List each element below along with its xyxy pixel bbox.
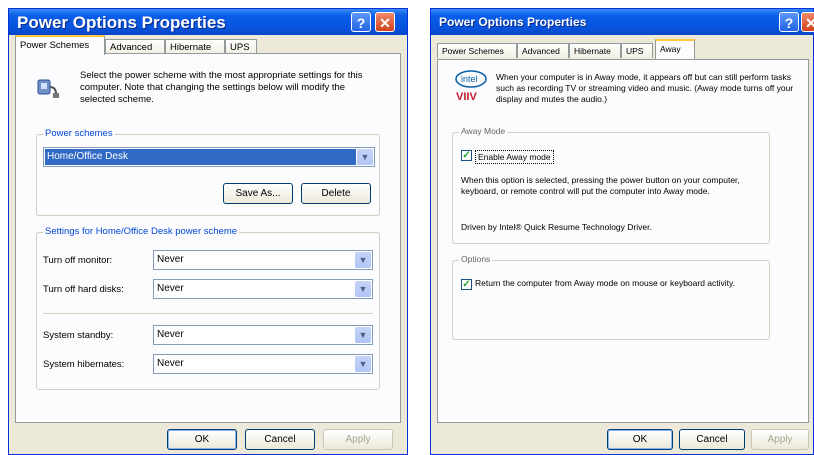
close-button[interactable]: ✕ — [375, 12, 395, 32]
options-group: Options ✓ Return the computer from Away … — [452, 254, 770, 340]
turn-off-monitor-dropdown[interactable]: Never ▼ — [153, 250, 373, 270]
tab-advanced[interactable]: Advanced — [105, 39, 165, 54]
system-standby-dropdown[interactable]: Never ▼ — [153, 325, 373, 345]
tab-ups[interactable]: UPS — [225, 39, 257, 54]
chevron-down-icon[interactable]: ▼ — [355, 327, 371, 343]
settings-divider — [43, 313, 373, 314]
system-hibernates-value: Never — [157, 358, 184, 369]
viiv-logo-text: VIIV — [456, 91, 477, 103]
ok-button[interactable]: OK — [167, 429, 237, 450]
options-group-label: Options — [459, 254, 493, 264]
enable-away-mode-checkbox[interactable]: ✓ — [461, 150, 472, 161]
power-schemes-group-label: Power schemes — [43, 128, 115, 139]
tab-label: Hibernate — [170, 42, 212, 53]
turn-off-monitor-label: Turn off monitor: — [43, 255, 113, 266]
tab-panel: intel VIIV When your computer is in Away… — [437, 59, 809, 423]
intro-text: Select the power scheme with the most ap… — [80, 70, 363, 105]
apply-button[interactable]: Apply — [323, 429, 393, 450]
tab-label: UPS — [230, 42, 250, 53]
apply-button[interactable]: Apply — [751, 429, 809, 450]
tab-label: UPS — [626, 46, 644, 56]
tab-label: Advanced — [110, 42, 153, 53]
ok-button[interactable]: OK — [607, 429, 673, 450]
intel-logo-text: intel — [461, 74, 478, 84]
tab-ups[interactable]: UPS — [621, 43, 653, 58]
tab-hibernate[interactable]: Hibernate — [165, 39, 225, 54]
tab-label: Power Schemes — [20, 40, 90, 51]
system-standby-value: Never — [157, 329, 184, 340]
chevron-down-icon[interactable]: ▼ — [355, 281, 371, 297]
close-icon: ✕ — [805, 15, 814, 31]
away-intro-text: When your computer is in Away mode, it a… — [496, 72, 794, 104]
tab-label: Advanced — [522, 46, 560, 56]
away-mode-group-label: Away Mode — [459, 126, 508, 136]
scheme-settings-group-label: Settings for Home/Office Desk power sche… — [43, 226, 240, 237]
question-mark-icon: ? — [356, 15, 366, 31]
window-title: Power Options Properties — [439, 15, 587, 29]
checkmark-icon: ✓ — [462, 150, 471, 161]
cancel-button[interactable]: Cancel — [679, 429, 745, 450]
system-standby-label: System standby: — [43, 330, 114, 341]
chevron-down-icon[interactable]: ▼ — [357, 149, 373, 165]
window-title: Power Options Properties — [17, 13, 226, 32]
system-hibernates-dropdown[interactable]: Never ▼ — [153, 354, 373, 374]
tab-away[interactable]: Away — [655, 39, 695, 59]
system-hibernates-label: System hibernates: — [43, 359, 125, 370]
tab-panel: Select the power scheme with the most ap… — [15, 53, 401, 423]
turn-off-hard-disks-dropdown[interactable]: Never ▼ — [153, 279, 373, 299]
turn-off-monitor-value: Never — [157, 254, 184, 265]
tab-label: Hibernate — [574, 46, 611, 56]
close-button[interactable]: ✕ — [801, 12, 814, 32]
enable-away-mode-description: When this option is selected, pressing t… — [461, 175, 740, 196]
power-scheme-dropdown[interactable]: Home/Office Desk ▼ — [43, 147, 375, 167]
return-from-away-label[interactable]: Return the computer from Away mode on mo… — [475, 278, 755, 289]
tab-advanced[interactable]: Advanced — [517, 43, 569, 58]
power-scheme-value: Home/Office Desk — [45, 149, 356, 165]
tab-power-schemes[interactable]: Power Schemes — [437, 43, 517, 58]
title-bar[interactable]: Power Options Properties ? ✕ — [431, 9, 814, 35]
enable-away-mode-label[interactable]: Enable Away mode — [475, 150, 554, 164]
delete-button[interactable]: Delete — [301, 183, 371, 204]
chevron-down-icon[interactable]: ▼ — [355, 252, 371, 268]
help-button[interactable]: ? — [351, 12, 371, 32]
turn-off-hard-disks-value: Never — [157, 283, 184, 294]
tab-hibernate[interactable]: Hibernate — [569, 43, 621, 58]
power-plug-icon — [34, 74, 60, 100]
return-from-away-checkbox[interactable]: ✓ — [461, 279, 472, 290]
tab-power-schemes[interactable]: Power Schemes — [15, 35, 105, 55]
cancel-button[interactable]: Cancel — [245, 429, 315, 450]
help-button[interactable]: ? — [779, 12, 799, 32]
question-mark-icon: ? — [784, 15, 794, 31]
save-as-button[interactable]: Save As... — [223, 183, 293, 204]
power-options-window-right: Power Options Properties ? ✕ Power Schem… — [430, 8, 814, 455]
checkmark-icon: ✓ — [462, 279, 471, 290]
intel-viiv-logo: intel VIIV — [454, 70, 488, 104]
tab-label: Power Schemes — [442, 46, 504, 56]
title-bar[interactable]: Power Options Properties ? ✕ — [9, 9, 407, 35]
driver-text: Driven by Intel® Quick Resume Technology… — [461, 222, 652, 232]
away-mode-group: Away Mode ✓ Enable Away mode When this o… — [452, 126, 770, 244]
power-options-window-left: Power Options Properties ? ✕ Power Schem… — [8, 8, 408, 455]
turn-off-hard-disks-label: Turn off hard disks: — [43, 284, 124, 295]
close-icon: ✕ — [379, 15, 391, 31]
tab-label: Away — [660, 44, 681, 54]
power-schemes-group: Power schemes Home/Office Desk ▼ Save As… — [36, 128, 380, 216]
chevron-down-icon[interactable]: ▼ — [355, 356, 371, 372]
scheme-settings-group: Settings for Home/Office Desk power sche… — [36, 226, 380, 390]
